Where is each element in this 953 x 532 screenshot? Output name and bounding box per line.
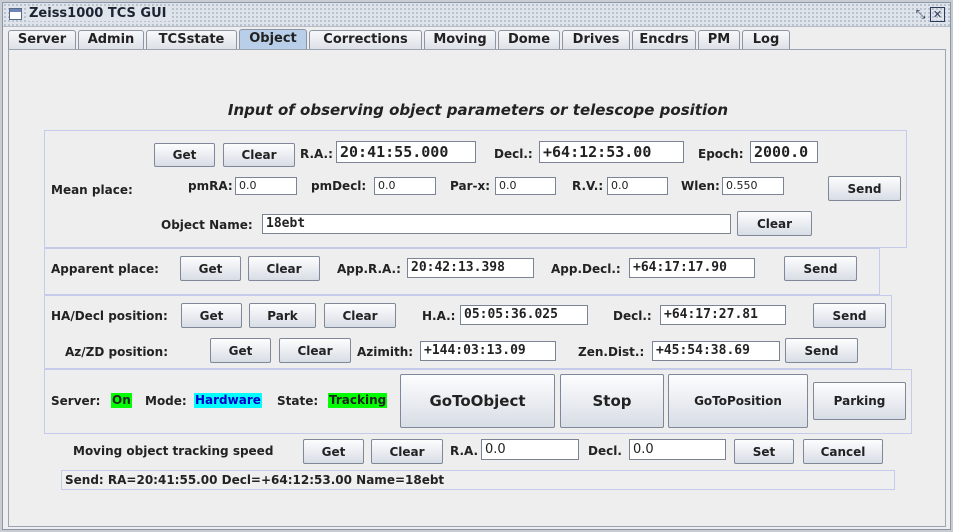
mean-get-button[interactable]: Get bbox=[154, 143, 215, 167]
object-name-field[interactable]: 18ebt bbox=[262, 214, 731, 234]
tab-log[interactable]: Log bbox=[742, 30, 790, 49]
cancel-button[interactable]: Cancel bbox=[803, 439, 883, 464]
tab-corrections[interactable]: Corrections bbox=[309, 30, 422, 49]
apparent-clear-button[interactable]: Clear bbox=[248, 256, 320, 281]
zen-dist-field[interactable]: +45:54:38.69 bbox=[652, 341, 780, 361]
ha-label: H.A.: bbox=[422, 309, 456, 323]
ra-label: R.A.: bbox=[300, 147, 333, 161]
stop-button[interactable]: Stop bbox=[560, 374, 664, 428]
state-badge: Tracking bbox=[328, 393, 388, 408]
moving-ra-label: R.A. bbox=[450, 444, 479, 458]
azimuth-label: Azimith: bbox=[357, 345, 414, 359]
moving-get-button[interactable]: Get bbox=[303, 439, 364, 464]
moving-clear-button[interactable]: Clear bbox=[371, 439, 443, 464]
azimuth-field[interactable]: +144:03:13.09 bbox=[420, 341, 556, 361]
tab-tcsstate[interactable]: TCSstate bbox=[146, 30, 237, 49]
ra-field[interactable]: 20:41:55.000 bbox=[336, 141, 476, 163]
ha-decl-decl-label: Decl.: bbox=[613, 309, 652, 323]
mean-clear-button[interactable]: Clear bbox=[223, 143, 295, 167]
pmra-field[interactable]: 0.0 bbox=[235, 177, 297, 195]
tab-drives[interactable]: Drives bbox=[562, 30, 630, 49]
mean-place-label: Mean place: bbox=[51, 183, 133, 197]
wlen-label: Wlen: bbox=[681, 179, 720, 193]
window-title: Zeiss1000 TCS GUI bbox=[27, 6, 173, 21]
ha-decl-field[interactable]: +64:17:27.81 bbox=[660, 305, 786, 325]
set-button[interactable]: Set bbox=[734, 439, 794, 464]
main-window: Zeiss1000 TCS GUI ⤡ ✕ Server Admin TCSst… bbox=[2, 2, 951, 530]
apparent-send-button[interactable]: Send bbox=[784, 256, 857, 281]
app-window-icon bbox=[9, 8, 22, 20]
restore-icon[interactable]: ⤡ bbox=[913, 7, 928, 22]
decl-field[interactable]: +64:12:53.00 bbox=[539, 141, 684, 163]
tab-encdrs[interactable]: Encdrs bbox=[632, 30, 696, 49]
az-clear-button[interactable]: Clear bbox=[279, 338, 351, 363]
pmdecl-field[interactable]: 0.0 bbox=[374, 177, 436, 195]
apparent-get-button[interactable]: Get bbox=[180, 256, 241, 281]
pmdecl-label: pmDecl: bbox=[311, 179, 367, 193]
ha-send-button[interactable]: Send bbox=[813, 303, 886, 328]
moving-speed-label: Moving object tracking speed bbox=[73, 444, 274, 458]
az-get-button[interactable]: Get bbox=[210, 338, 271, 363]
app-decl-field[interactable]: +64:17:17.90 bbox=[629, 258, 755, 278]
mode-badge: Hardware bbox=[194, 393, 262, 408]
object-tab-panel: Input of observing object parameters or … bbox=[8, 49, 946, 527]
state-label: State: bbox=[277, 394, 319, 408]
ha-field[interactable]: 05:05:36.025 bbox=[460, 305, 588, 325]
server-label: Server: bbox=[51, 394, 101, 408]
ha-decl-label: HA/Decl position: bbox=[51, 309, 168, 323]
section-heading: Input of observing object parameters or … bbox=[227, 101, 729, 119]
parx-label: Par-x: bbox=[450, 179, 491, 193]
tab-moving[interactable]: Moving bbox=[424, 30, 496, 49]
park-button[interactable]: Park bbox=[249, 303, 316, 328]
tab-dome[interactable]: Dome bbox=[498, 30, 560, 49]
moving-decl-label: Decl. bbox=[588, 444, 622, 458]
apparent-place-label: Apparent place: bbox=[51, 262, 159, 276]
mode-label: Mode: bbox=[145, 394, 187, 408]
pmra-label: pmRA: bbox=[188, 179, 233, 193]
tab-admin[interactable]: Admin bbox=[78, 30, 144, 49]
moving-ra-field[interactable]: 0.0 bbox=[481, 439, 579, 460]
server-status-badge: On bbox=[111, 393, 132, 408]
decl-label: Decl.: bbox=[494, 147, 533, 161]
az-zd-label: Az/ZD position: bbox=[65, 345, 169, 359]
wlen-field[interactable]: 0.550 bbox=[722, 177, 784, 195]
status-line: Send: RA=20:41:55.00 Decl=+64:12:53.00 N… bbox=[61, 470, 895, 490]
tab-pm[interactable]: PM bbox=[698, 30, 740, 49]
az-send-button[interactable]: Send bbox=[785, 338, 858, 363]
zen-dist-label: Zen.Dist.: bbox=[578, 345, 645, 359]
close-icon[interactable]: ✕ bbox=[930, 7, 945, 22]
rv-field[interactable]: 0.0 bbox=[607, 177, 668, 195]
object-name-label: Object Name: bbox=[161, 218, 253, 232]
ha-clear-button[interactable]: Clear bbox=[324, 303, 396, 328]
app-decl-label: App.Decl.: bbox=[551, 262, 621, 276]
ha-get-button[interactable]: Get bbox=[181, 303, 242, 328]
goto-object-button[interactable]: GoToObject bbox=[400, 374, 555, 428]
epoch-label: Epoch: bbox=[698, 147, 744, 161]
tab-bar: Server Admin TCSstate Object Corrections… bbox=[8, 29, 946, 49]
name-clear-button[interactable]: Clear bbox=[737, 211, 812, 236]
epoch-field[interactable]: 2000.0 bbox=[750, 141, 818, 163]
parx-field[interactable]: 0.0 bbox=[495, 177, 556, 195]
rv-label: R.V.: bbox=[572, 179, 604, 193]
moving-decl-field[interactable]: 0.0 bbox=[629, 439, 726, 460]
parking-button[interactable]: Parking bbox=[813, 382, 906, 420]
title-bar[interactable]: Zeiss1000 TCS GUI ⤡ ✕ bbox=[3, 3, 950, 27]
app-ra-label: App.R.A.: bbox=[337, 262, 401, 276]
mean-send-button[interactable]: Send bbox=[828, 176, 901, 201]
tab-object[interactable]: Object bbox=[239, 29, 307, 49]
goto-position-button[interactable]: GoToPosition bbox=[668, 374, 808, 428]
tab-server[interactable]: Server bbox=[8, 30, 76, 49]
app-ra-field[interactable]: 20:42:13.398 bbox=[407, 258, 534, 278]
